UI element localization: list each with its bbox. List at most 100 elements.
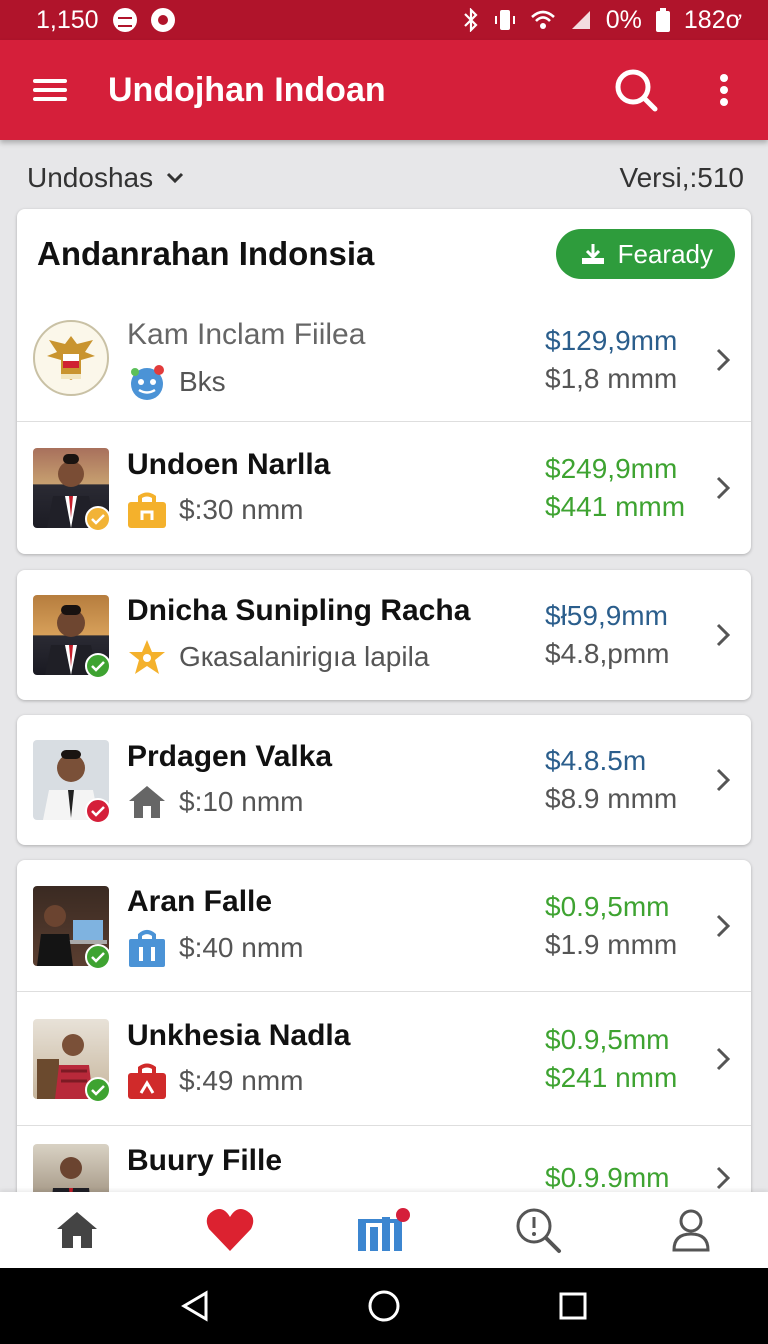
app-bar: Undojhan Indoan bbox=[0, 40, 768, 140]
home-icon bbox=[129, 786, 165, 818]
avatar bbox=[33, 885, 111, 970]
nav-home[interactable] bbox=[27, 1192, 127, 1268]
item-card[interactable]: Dnicha Sunipling Racha Gкasalanirigıa la… bbox=[17, 570, 751, 700]
avatar bbox=[33, 320, 109, 400]
chevron-right-icon bbox=[716, 768, 731, 792]
chevron-right-icon bbox=[716, 476, 731, 499]
download-icon bbox=[581, 244, 604, 264]
price-secondary: $1.9 mmm bbox=[545, 928, 678, 960]
group-card: Aran Falle $:40 nmm $0.9,5mm $1.9 mmm Un… bbox=[17, 860, 751, 1200]
verified-badge-icon bbox=[85, 505, 111, 532]
more-options-button[interactable] bbox=[680, 40, 768, 140]
verified-badge-icon bbox=[85, 1076, 111, 1103]
category-dropdown[interactable]: Undoshas bbox=[27, 162, 185, 194]
recents-button[interactable] bbox=[533, 1268, 613, 1344]
item-subtitle: $:49 nmm bbox=[179, 1064, 304, 1096]
back-button[interactable] bbox=[155, 1268, 235, 1344]
avatar bbox=[33, 1018, 111, 1103]
list-item[interactable]: Aran Falle $:40 nmm $0.9,5mm $1.9 mmm bbox=[17, 860, 751, 991]
home-button[interactable] bbox=[344, 1268, 424, 1344]
item-subtitle: $:10 nmm bbox=[179, 786, 304, 817]
price-secondary: $1,8 mmm bbox=[545, 363, 678, 394]
list-item[interactable]: Undoen Narlla $:30 nmm $249,9mm $441 mmm bbox=[17, 421, 751, 553]
wifi-icon bbox=[530, 9, 556, 31]
verified-badge-icon bbox=[85, 798, 111, 824]
item-name: Buury Fille bbox=[127, 1144, 283, 1177]
status-bar: 1,150 0% 182ơ bbox=[0, 0, 768, 40]
ready-button-label: Fearady bbox=[617, 238, 713, 269]
item-subtitle: Gкasalanirigıa lapila bbox=[179, 641, 430, 672]
price-secondary: $241 nmm bbox=[545, 1061, 678, 1093]
record-icon bbox=[150, 8, 175, 32]
price-secondary: $8.9 mmm bbox=[545, 783, 678, 814]
chevron-down-icon bbox=[167, 172, 184, 184]
hamburger-icon bbox=[33, 74, 67, 106]
price-secondary: $4.8,pmm bbox=[545, 638, 670, 669]
nav-favorites[interactable] bbox=[180, 1192, 280, 1268]
star-icon bbox=[129, 640, 165, 674]
price-primary: $0.9.9mm bbox=[545, 1162, 670, 1193]
search-button[interactable] bbox=[592, 40, 680, 140]
vibrate-icon bbox=[494, 8, 516, 32]
bag-icon bbox=[128, 492, 166, 528]
bar-chart-icon bbox=[357, 1208, 410, 1251]
item-subtitle: Bks bbox=[179, 366, 226, 397]
list-item[interactable]: Kam Inclam Fiilea Bks $129,9mm $1,8 mmm bbox=[17, 299, 751, 421]
price-primary: $249,9mm bbox=[545, 452, 678, 484]
item-subtitle: $:40 nmm bbox=[179, 931, 304, 963]
price-primary: $129,9mm bbox=[545, 325, 678, 356]
user-icon bbox=[672, 1209, 710, 1252]
heart-icon bbox=[207, 1209, 254, 1251]
item-name: Unkhesia Nadla bbox=[127, 1018, 351, 1052]
home-circle-icon bbox=[368, 1290, 400, 1322]
app-title: Undojhan Indoan bbox=[108, 70, 386, 109]
chevron-right-icon bbox=[716, 348, 731, 372]
avatar bbox=[33, 740, 111, 824]
avatar bbox=[33, 595, 111, 679]
spotify-icon bbox=[112, 8, 137, 32]
price-primary: $0.9,5mm bbox=[545, 1023, 670, 1055]
recents-icon bbox=[559, 1292, 587, 1320]
item-name: Aran Falle bbox=[127, 884, 273, 918]
price-primary: $ł59,9mm bbox=[545, 600, 668, 631]
filter-row: Undoshas Versi,:510 bbox=[0, 150, 768, 206]
item-name: Kam Inclam Fiilea bbox=[127, 318, 366, 351]
item-card[interactable]: Prdagen Valka $:10 nmm $4.8.5m $8.9 mmm bbox=[17, 715, 751, 845]
status-time: 1,150 bbox=[36, 5, 99, 34]
price-primary: $0.9,5mm bbox=[545, 890, 670, 922]
signal-icon bbox=[570, 9, 592, 31]
home-icon bbox=[56, 1212, 97, 1248]
battery-percent: 0% bbox=[605, 5, 642, 34]
avatar bbox=[33, 447, 111, 532]
version-label: Versi,:510 bbox=[619, 162, 744, 193]
battery-icon bbox=[655, 8, 670, 32]
price-secondary: $441 mmm bbox=[545, 490, 686, 522]
item-name: Prdagen Valka bbox=[127, 740, 333, 773]
menu-button[interactable] bbox=[0, 40, 100, 140]
list-item[interactable]: Unkhesia Nadla $:49 nmm $0.9,5mm $241 nm… bbox=[17, 991, 751, 1125]
face-icon bbox=[131, 365, 164, 400]
system-nav-bar bbox=[0, 1268, 768, 1344]
list-item[interactable]: Buury Fille $0.9.9mm bbox=[17, 1125, 751, 1200]
nav-search[interactable] bbox=[488, 1192, 588, 1268]
item-name: Undoen Narlla bbox=[127, 447, 331, 481]
shopping-bag-icon bbox=[129, 929, 165, 967]
nav-stats[interactable] bbox=[334, 1192, 434, 1268]
section-title: Andanrahan Indonsia bbox=[37, 235, 375, 272]
item-subtitle: $:30 nmm bbox=[179, 493, 304, 525]
more-vert-icon bbox=[720, 70, 728, 110]
bottom-navigation bbox=[0, 1192, 768, 1268]
search-icon bbox=[615, 69, 658, 112]
verified-badge-icon bbox=[85, 943, 111, 970]
item-name: Dnicha Sunipling Racha bbox=[127, 594, 471, 627]
chevron-right-icon bbox=[716, 914, 731, 937]
garuda-emblem-icon bbox=[47, 336, 95, 380]
briefcase-icon bbox=[128, 1063, 166, 1099]
chevron-right-icon bbox=[716, 623, 731, 647]
verified-badge-icon bbox=[85, 653, 111, 679]
bluetooth-icon bbox=[462, 8, 480, 32]
nav-profile[interactable] bbox=[641, 1192, 741, 1268]
ready-button[interactable]: Fearady bbox=[555, 229, 735, 279]
battery-value: 182ơ bbox=[683, 5, 742, 34]
chevron-right-icon bbox=[716, 1047, 731, 1070]
